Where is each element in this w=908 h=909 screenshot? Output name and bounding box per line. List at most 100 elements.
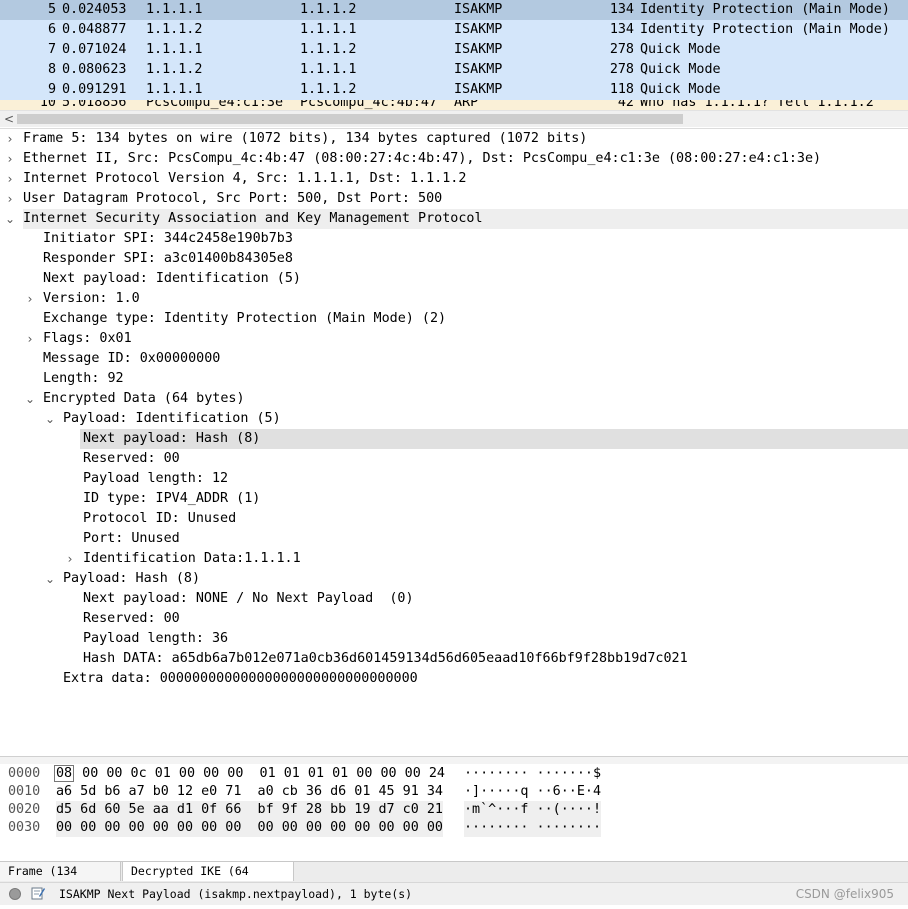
hex-row[interactable]: 0020 d5 6d 60 5e aa d1 0f 66 bf 9f 28 bb… <box>0 801 908 819</box>
tree-item-id-type[interactable]: ID type: IPV4_ADDR (1) <box>0 489 908 509</box>
hex-row[interactable]: 0010 a6 5d b6 a7 b0 12 e0 71 a0 cb 36 d6… <box>0 783 908 801</box>
tree-item-exchange-type[interactable]: Exchange type: Identity Protection (Main… <box>0 309 908 329</box>
tree-item-label: Exchange type: Identity Protection (Main… <box>43 311 447 326</box>
scroll-left-arrow-icon[interactable]: < <box>4 111 14 127</box>
packet-time: 0.048877 <box>62 22 127 37</box>
tree-item-id-protocol[interactable]: Protocol ID: Unused <box>0 509 908 529</box>
tree-item-extra-data[interactable]: Extra data: 0000000000000000000000000000… <box>0 669 908 689</box>
packet-time: 5.018856 <box>62 100 127 110</box>
chevron-right-icon[interactable]: › <box>3 169 17 189</box>
hex-bytes[interactable]: 00 00 00 00 00 00 00 00 00 00 00 00 00 0… <box>56 819 443 837</box>
tree-item-hash-reserved[interactable]: Reserved: 00 <box>0 609 908 629</box>
hex-ascii[interactable]: ········ ········ <box>464 819 602 837</box>
tree-item-udp[interactable]: › User Datagram Protocol, Src Port: 500,… <box>0 189 908 209</box>
hex-bytes[interactable]: d5 6d 60 5e aa d1 0f 66 bf 9f 28 bb 19 d… <box>56 801 443 819</box>
chevron-down-icon[interactable]: ⌄ <box>3 209 17 229</box>
hex-offset: 0020 <box>8 802 41 817</box>
tree-item-hash-payload-length[interactable]: Payload length: 36 <box>0 629 908 649</box>
tree-item-ethernet[interactable]: › Ethernet II, Src: PcsCompu_4c:4b:47 (0… <box>0 149 908 169</box>
tree-item-label: Encrypted Data (64 bytes) <box>43 391 245 406</box>
packet-row-partial[interactable]: 10 5.018856 PcsCompu_e4:c1:3e PcsCompu_4… <box>0 100 908 110</box>
tree-item-encrypted-data[interactable]: ⌄ Encrypted Data (64 bytes) <box>0 389 908 409</box>
hex-dump-pane[interactable]: 0000 08 00 00 0c 01 00 00 00 01 01 01 01… <box>0 764 908 860</box>
tab-frame[interactable]: Frame (134 bytes) <box>0 862 121 897</box>
tree-item-label: Message ID: 0x00000000 <box>43 351 221 366</box>
tree-item-payload-identification[interactable]: ⌄ Payload: Identification (5) <box>0 409 908 429</box>
chevron-right-icon[interactable]: › <box>23 289 37 309</box>
chevron-right-icon[interactable]: › <box>3 189 17 209</box>
status-led-icon[interactable] <box>9 888 21 900</box>
hex-ascii[interactable]: ·m`^···f ··(····! <box>464 801 602 819</box>
hex-row[interactable]: 0000 08 00 00 0c 01 00 00 00 01 01 01 01… <box>0 765 908 783</box>
tree-item-frame[interactable]: › Frame 5: 134 bytes on wire (1072 bits)… <box>0 129 908 149</box>
packet-list[interactable]: 5 0.024053 1.1.1.1 1.1.1.2 ISAKMP 134 Id… <box>0 0 908 110</box>
tree-item-label: Payload: Identification (5) <box>63 411 281 426</box>
hex-bytes[interactable]: 08 00 00 0c 01 00 00 00 01 01 01 01 00 0… <box>54 765 445 783</box>
packet-destination: 1.1.1.1 <box>300 22 357 37</box>
scrollbar-thumb[interactable] <box>17 114 683 124</box>
chevron-right-icon[interactable]: › <box>63 549 77 569</box>
packet-row[interactable]: 8 0.080623 1.1.1.2 1.1.1.1 ISAKMP 278 Qu… <box>0 60 908 80</box>
hex-byte-selected[interactable]: 08 <box>54 765 75 782</box>
packet-list-hscrollbar[interactable]: < <box>0 110 908 127</box>
hex-bytes-rest: d5 6d 60 5e aa d1 0f 66 bf 9f 28 bb 19 d… <box>56 802 443 817</box>
packet-destination: 1.1.1.1 <box>300 62 357 77</box>
tree-item-payload-hash[interactable]: ⌄ Payload: Hash (8) <box>0 569 908 589</box>
packet-row[interactable]: 9 0.091291 1.1.1.1 1.1.1.2 ISAKMP 118 Qu… <box>0 80 908 100</box>
tree-item-label: Payload length: 36 <box>83 631 229 646</box>
packet-protocol: ISAKMP <box>454 22 503 37</box>
packet-row[interactable]: 5 0.024053 1.1.1.1 1.1.1.2 ISAKMP 134 Id… <box>0 0 908 20</box>
watermark: CSDN @felix905 <box>795 887 894 901</box>
tree-item-id-next-payload-selected[interactable]: Next payload: Hash (8) <box>0 429 908 449</box>
packet-info: Who has 1.1.1.1? Tell 1.1.1.2 <box>640 100 874 110</box>
packet-info: Identity Protection (Main Mode) <box>640 2 890 17</box>
packet-protocol: ISAKMP <box>454 62 503 77</box>
chevron-down-icon[interactable]: ⌄ <box>23 389 37 409</box>
packet-row[interactable]: 6 0.048877 1.1.1.2 1.1.1.1 ISAKMP 134 Id… <box>0 20 908 40</box>
tree-item-label: User Datagram Protocol, Src Port: 500, D… <box>23 191 443 206</box>
tree-item-initiator-spi[interactable]: Initiator SPI: 344c2458e190b7b3 <box>0 229 908 249</box>
chevron-down-icon[interactable]: ⌄ <box>43 409 57 429</box>
tree-item-isakmp[interactable]: ⌄ Internet Security Association and Key … <box>0 209 908 229</box>
packet-number: 10 <box>39 100 56 110</box>
packet-destination: 1.1.1.2 <box>300 2 357 17</box>
tree-item-id-port[interactable]: Port: Unused <box>0 529 908 549</box>
tree-item-label: Flags: 0x01 <box>43 331 132 346</box>
tree-item-hash-data[interactable]: Hash DATA: a65db6a7b012e071a0cb36d601459… <box>0 649 908 669</box>
packet-number: 9 <box>47 82 56 97</box>
chevron-right-icon[interactable]: › <box>3 129 17 149</box>
tree-item-label: Hash DATA: a65db6a7b012e071a0cb36d601459… <box>83 651 688 666</box>
tree-item-label: ID type: IPV4_ADDR (1) <box>83 491 261 506</box>
tree-item-hash-next-payload[interactable]: Next payload: NONE / No Next Payload (0) <box>0 589 908 609</box>
hex-row[interactable]: 0030 00 00 00 00 00 00 00 00 00 00 00 00… <box>0 819 908 837</box>
tree-item-ip[interactable]: › Internet Protocol Version 4, Src: 1.1.… <box>0 169 908 189</box>
tree-item-id-reserved[interactable]: Reserved: 00 <box>0 449 908 469</box>
chevron-down-icon[interactable]: ⌄ <box>43 569 57 589</box>
tree-item-next-payload[interactable]: Next payload: Identification (5) <box>0 269 908 289</box>
packet-source: 1.1.1.2 <box>146 62 203 77</box>
packet-source: PcsCompu_e4:c1:3e <box>146 100 284 110</box>
packet-number: 7 <box>47 42 56 57</box>
tree-item-flags[interactable]: › Flags: 0x01 <box>0 329 908 349</box>
hex-bytes[interactable]: a6 5d b6 a7 b0 12 e0 71 a0 cb 36 d6 01 4… <box>56 783 443 801</box>
tree-item-label: Identification Data:1.1.1.1 <box>83 551 301 566</box>
chevron-right-icon[interactable]: › <box>23 329 37 349</box>
packet-details-tree[interactable]: › Frame 5: 134 bytes on wire (1072 bits)… <box>0 128 908 755</box>
tree-item-responder-spi[interactable]: Responder SPI: a3c01400b84305e8 <box>0 249 908 269</box>
tree-item-version[interactable]: › Version: 1.0 <box>0 289 908 309</box>
tree-item-length[interactable]: Length: 92 <box>0 369 908 389</box>
chevron-right-icon[interactable]: › <box>3 149 17 169</box>
hex-offset: 0030 <box>8 820 41 835</box>
tree-item-id-data[interactable]: › Identification Data:1.1.1.1 <box>0 549 908 569</box>
byte-source-tabs[interactable]: Frame (134 bytes) Decrypted IKE (64 byte… <box>0 861 908 897</box>
hex-ascii[interactable]: ·]·····q ··6··E·4 <box>464 783 601 801</box>
tab-decrypted-ike[interactable]: Decrypted IKE (64 bytes) <box>122 862 294 897</box>
tree-item-id-payload-length[interactable]: Payload length: 12 <box>0 469 908 489</box>
edit-comment-icon[interactable] <box>31 886 45 900</box>
packet-row[interactable]: 7 0.071024 1.1.1.1 1.1.1.2 ISAKMP 278 Qu… <box>0 40 908 60</box>
tree-item-label: Internet Protocol Version 4, Src: 1.1.1.… <box>23 171 467 186</box>
hex-ascii[interactable]: ········ ·······$ <box>464 765 601 783</box>
tree-item-message-id[interactable]: Message ID: 0x00000000 <box>0 349 908 369</box>
packet-length: 134 <box>609 22 634 37</box>
packet-info: Identity Protection (Main Mode) <box>640 22 890 37</box>
